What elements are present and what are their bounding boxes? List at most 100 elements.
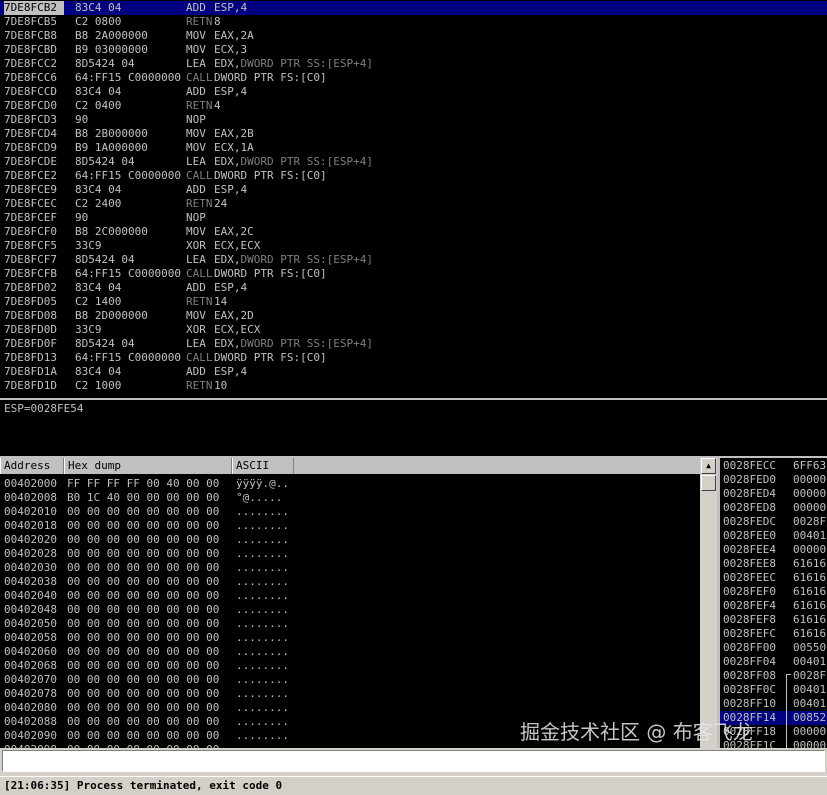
disasm-row[interactable]: 7DE8FD0F 8D5424 04 LEA EDX,DWORD PTR SS:[ES… — [0, 337, 827, 351]
scroll-thumb[interactable] — [701, 475, 716, 491]
stack-row[interactable]: 0028FED0 00000 — [720, 473, 827, 487]
disasm-row[interactable]: 7DE8FCEC C2 2400 RETN 24 — [0, 197, 827, 211]
instruction-operands: DWORD PTR FS:[C0] — [214, 169, 327, 183]
disasm-row[interactable]: 7DE8FCE2 64:FF15 C0000000 CALL DWORD PTR FS… — [0, 169, 827, 183]
operand-text: ESP,4 — [214, 85, 248, 98]
dump-ascii: ........ — [236, 645, 289, 658]
disassembly-pane[interactable]: 7DE8FCB2 83C4 04 ADD ESP,4 7DE8FCB5 C2 0800 RE… — [0, 0, 827, 398]
dump-hex: 00 00 00 00 00 00 00 00 — [67, 519, 220, 532]
instruction-bytes: 83C4 04 — [75, 1, 122, 14]
disasm-row[interactable]: 7DE8FCBD B9 03000000 MOV ECX,3 — [0, 43, 827, 57]
stack-row[interactable]: 0028FECC 6FF63 — [720, 459, 827, 473]
instruction-bytes: 8D5424 04 — [75, 155, 135, 168]
instruction-bytes: 64:FF15 C0000000 — [75, 267, 181, 280]
stack-row[interactable]: 0028FF08 0028F — [720, 669, 827, 684]
dump-address: 00402050 — [4, 617, 57, 630]
dump-hex: 00 00 00 00 00 00 00 00 — [67, 687, 220, 700]
stack-row[interactable]: 0028FEF8 61616 — [720, 613, 827, 627]
dump-address: 00402018 — [4, 519, 57, 532]
column-header-hex[interactable]: Hex dump — [64, 458, 232, 474]
disasm-row[interactable]: 7DE8FD08 B8 2D000000 MOV EAX,2D — [0, 309, 827, 323]
stack-value: 0028F — [793, 669, 827, 682]
column-header-ascii[interactable]: ASCII — [232, 458, 294, 474]
stack-address: 0028FF04 — [723, 655, 776, 668]
operand-text: DWORD PTR FS:[C0] — [214, 267, 327, 280]
disasm-row[interactable]: 7DE8FCD3 90 NOP — [0, 113, 827, 127]
disasm-row[interactable]: 7DE8FCC6 64:FF15 C0000000 CALL DWORD PTR FS… — [0, 71, 827, 85]
stack-row[interactable]: 0028FEFC 61616 — [720, 627, 827, 641]
dump-hex: 00 00 00 00 00 00 00 00 — [67, 603, 220, 616]
disasm-row[interactable]: 7DE8FCC2 8D5424 04 LEA EDX,DWORD PTR SS:[ES… — [0, 57, 827, 71]
instruction-bytes: 90 — [75, 211, 89, 224]
instruction-address: 7DE8FD13 — [4, 351, 57, 364]
dump-hex: B0 1C 40 00 00 00 00 00 — [67, 491, 220, 504]
disasm-row[interactable]: 7DE8FCF0 B8 2C000000 MOV EAX,2C — [0, 225, 827, 239]
stack-row[interactable]: 0028FEE8 61616 — [720, 557, 827, 571]
disasm-row[interactable]: 7DE8FCB8 B8 2A000000 MOV EAX,2A — [0, 29, 827, 43]
disasm-row[interactable]: 7DE8FD13 64:FF15 C0000000 CALL DWORD PTR FS… — [0, 351, 827, 365]
instruction-bytes: 83C4 04 — [75, 365, 122, 378]
instruction-operands: 8 — [214, 15, 221, 29]
disasm-row[interactable]: 7DE8FD1D C2 1000 RETN 10 — [0, 379, 827, 393]
instruction-address: 7DE8FCBD — [4, 43, 57, 56]
operand-text: ESP,4 — [214, 1, 248, 14]
disasm-row[interactable]: 7DE8FD0D 33C9 XOR ECX,ECX — [0, 323, 827, 337]
instruction-operands: DWORD PTR FS:[C0] — [214, 71, 327, 85]
scroll-up-icon[interactable]: ▲ — [701, 458, 716, 474]
instruction-mnemonic: XOR — [186, 239, 206, 252]
command-input[interactable] — [2, 750, 825, 772]
operand-text: 8 — [214, 15, 221, 28]
stack-row[interactable]: 0028FEDC 0028F — [720, 515, 827, 529]
disasm-row[interactable]: 7DE8FCD4 B8 2B000000 MOV EAX,2B — [0, 127, 827, 141]
disasm-row[interactable]: 7DE8FCCD 83C4 04 ADD ESP,4 — [0, 85, 827, 99]
disasm-row[interactable]: 7DE8FCEF 90 NOP — [0, 211, 827, 225]
stack-row[interactable]: 0028FED4 00000 — [720, 487, 827, 501]
disasm-row[interactable]: 7DE8FCB5 C2 0800 RETN 8 — [0, 15, 827, 29]
status-text: [21:06:35] Process terminated, exit code… — [4, 779, 283, 792]
stack-value: 00401 — [793, 697, 827, 710]
stack-row[interactable]: 0028FED8 00000 — [720, 501, 827, 515]
dump-address: 00402070 — [4, 673, 57, 686]
disasm-row[interactable]: 7DE8FCDE 8D5424 04 LEA EDX,DWORD PTR SS:[ES… — [0, 155, 827, 169]
disasm-row[interactable]: 7DE8FCF7 8D5424 04 LEA EDX,DWORD PTR SS:[ES… — [0, 253, 827, 267]
instruction-operands: EAX,2C — [214, 225, 254, 239]
stack-row[interactable]: 0028FF10 00401 — [720, 697, 827, 711]
instruction-bytes: C2 1400 — [75, 295, 122, 308]
stack-pane[interactable]: 0028FECC 6FF63 0028FED0 00000 0028FED4 00000 0… — [717, 458, 827, 748]
disasm-row[interactable]: 7DE8FCD0 C2 0400 RETN 4 — [0, 99, 827, 113]
stack-row[interactable]: 0028FEE4 00000 — [720, 543, 827, 557]
disasm-row[interactable]: 7DE8FCE9 83C4 04 ADD ESP,4 — [0, 183, 827, 197]
stack-row[interactable]: 0028FEE0 00401 — [720, 529, 827, 543]
stack-row[interactable]: 0028FEF0 61616 — [720, 585, 827, 599]
disasm-row[interactable]: 7DE8FCB2 83C4 04 ADD ESP,4 — [0, 1, 827, 15]
instruction-operands: 24 — [214, 197, 227, 211]
operand-text: EDX, — [214, 57, 241, 70]
stack-row[interactable]: 0028FF04 00401 — [720, 655, 827, 669]
disasm-row[interactable]: 7DE8FCF5 33C9 XOR ECX,ECX — [0, 239, 827, 253]
instruction-mnemonic: ADD — [186, 85, 206, 98]
stack-row[interactable]: 0028FEF4 61616 — [720, 599, 827, 613]
stack-value: 00000 — [793, 543, 827, 556]
disasm-row[interactable]: 7DE8FCFB 64:FF15 C0000000 CALL DWORD PTR FS… — [0, 267, 827, 281]
disasm-row[interactable]: 7DE8FCD9 B9 1A000000 MOV ECX,1A — [0, 141, 827, 155]
stack-address: 0028FEE0 — [723, 529, 776, 542]
disasm-row[interactable]: 7DE8FD02 83C4 04 ADD ESP,4 — [0, 281, 827, 295]
disasm-row[interactable]: 7DE8FD1A 83C4 04 ADD ESP,4 — [0, 365, 827, 379]
dump-ascii: ........ — [236, 715, 289, 728]
instruction-mnemonic: RETN — [186, 15, 213, 28]
instruction-bytes: 90 — [75, 113, 89, 126]
disasm-row[interactable]: 7DE8FD05 C2 1400 RETN 14 — [0, 295, 827, 309]
dump-ascii: ........ — [236, 589, 289, 602]
memory-dump-pane[interactable]: Address Hex dump ASCII 00402000 FF FF FF … — [0, 458, 717, 748]
operand-text: ECX,3 — [214, 43, 248, 56]
stack-row[interactable]: 0028FF0C 00401 — [720, 683, 827, 697]
stack-value: 6FF63 — [793, 459, 827, 472]
stack-row[interactable]: 0028FF00 00550 — [720, 641, 827, 655]
column-header-address[interactable]: Address — [0, 458, 64, 474]
instruction-address: 7DE8FD1A — [4, 365, 57, 378]
stack-row[interactable]: 0028FEEC 61616 — [720, 571, 827, 585]
dump-scrollbar[interactable]: ▲ — [700, 458, 717, 748]
dump-hex: 00 00 00 00 00 00 00 00 — [67, 631, 220, 644]
dump-ascii: ........ — [236, 659, 289, 672]
instruction-operands: 10 — [214, 379, 227, 393]
